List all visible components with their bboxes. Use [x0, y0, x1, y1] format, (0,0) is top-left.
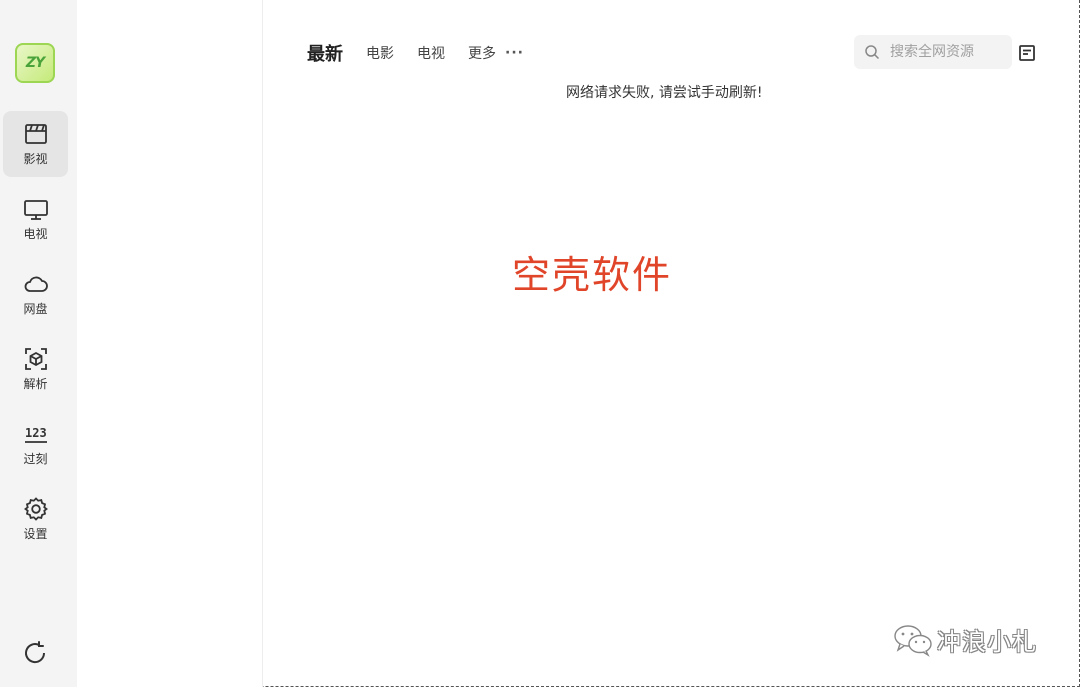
sidebar-item-parse[interactable]: 解析 — [3, 336, 68, 402]
wechat-account-name: 冲浪小札 — [937, 628, 1037, 656]
cube-scan-icon — [24, 348, 47, 370]
sidebar-item-label: 网盘 — [23, 302, 48, 316]
more-dots-icon[interactable]: ··· — [505, 45, 524, 61]
app-window: ZY 影视 电视 网盘 解析 123 过刻 设置 最新 电影 电视 更多 ···… — [0, 0, 1080, 687]
sidebar: ZY 影视 电视 网盘 解析 123 过刻 设置 — [0, 0, 77, 687]
search-input[interactable] — [888, 43, 1010, 61]
network-error-message: 网络请求失败, 请尝试手动刷新! — [566, 85, 763, 101]
overlay-caption: 空壳软件 — [512, 253, 673, 297]
app-logo-text: ZY — [25, 55, 45, 71]
sidebar-item-movies[interactable]: 影视 — [3, 111, 68, 177]
tab-tv[interactable]: 电视 — [417, 43, 445, 63]
tab-movies[interactable]: 电影 — [366, 43, 394, 63]
gear-icon — [23, 497, 48, 521]
sidebar-item-settings[interactable]: 设置 — [3, 486, 68, 552]
tab-latest[interactable]: 最新 — [307, 40, 343, 66]
cloud-icon — [24, 276, 48, 292]
search-icon — [865, 45, 880, 60]
app-logo[interactable]: ZY — [15, 43, 55, 83]
svg-text:123: 123 — [25, 426, 47, 440]
tab-more[interactable]: 更多 — [468, 43, 496, 63]
refresh-icon[interactable] — [22, 640, 48, 666]
tv-icon — [23, 200, 48, 220]
sidebar-item-label: 影视 — [23, 152, 48, 166]
sidebar-item-overlay[interactable]: 123 过刻 — [3, 411, 68, 477]
sidebar-item-cloud-drive[interactable]: 网盘 — [3, 261, 68, 327]
sidebar-item-label: 设置 — [23, 527, 48, 541]
sidebar-item-tv[interactable]: 电视 — [3, 186, 68, 252]
sidebar-item-label: 电视 — [23, 227, 48, 241]
category-panel — [77, 0, 263, 687]
wechat-watermark: 冲浪小札 — [893, 622, 1037, 657]
list-icon[interactable] — [1018, 44, 1036, 62]
wechat-icon — [894, 624, 932, 657]
category-tabs: 最新 电影 电视 更多 ··· — [307, 40, 524, 66]
numbers-icon: 123 — [24, 426, 47, 443]
clapperboard-icon — [24, 124, 47, 144]
search-box[interactable] — [854, 35, 1012, 69]
sidebar-item-label: 过刻 — [23, 452, 48, 466]
sidebar-item-label: 解析 — [23, 377, 48, 391]
